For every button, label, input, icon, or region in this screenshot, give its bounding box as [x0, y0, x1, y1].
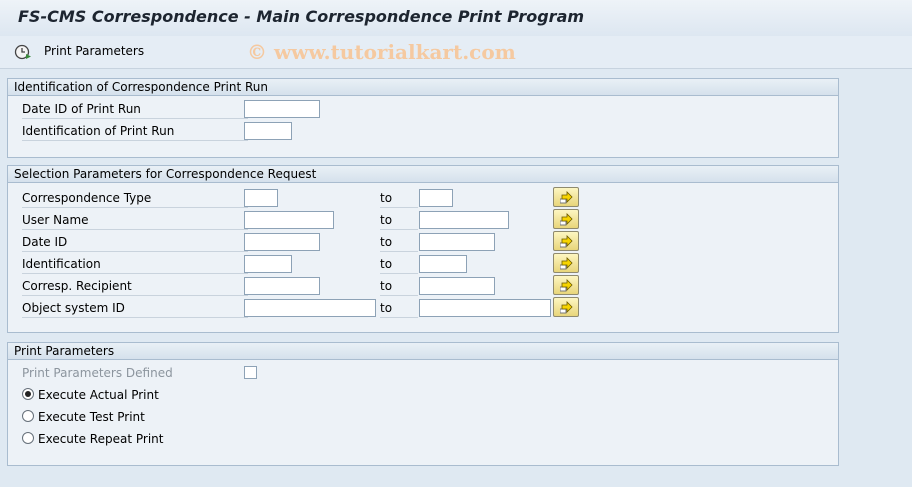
object-system-id-label: Object system ID	[22, 300, 248, 318]
object-system-id-to-input[interactable]	[419, 299, 551, 317]
corresp-recipient-from-input[interactable]	[244, 277, 320, 295]
select-option-row: Identification to	[8, 253, 838, 275]
execute-test-print-label: Execute Test Print	[38, 410, 145, 424]
identification-to-input[interactable]	[419, 255, 467, 273]
print-parameters-defined-label: Print Parameters Defined	[22, 366, 173, 380]
to-label: to	[380, 212, 418, 230]
multiple-selection-arrow-icon	[560, 257, 573, 270]
application-toolbar: Print Parameters © www.tutorialkart.com	[0, 36, 912, 69]
print-parameters-label: Print Parameters	[44, 44, 145, 58]
identification-multiple-selection-button[interactable]	[553, 253, 579, 273]
execute-actual-print-label: Execute Actual Print	[38, 388, 159, 402]
identification-of-print-run-input[interactable]	[244, 122, 292, 140]
selection-parameters-panel: Selection Parameters for Correspondence …	[7, 165, 839, 333]
to-label: to	[380, 190, 418, 208]
date-id-multiple-selection-button[interactable]	[553, 231, 579, 251]
date-id-from-input[interactable]	[244, 233, 320, 251]
date-id-label: Date ID	[22, 234, 248, 252]
print-parameters-defined-row: Print Parameters Defined	[8, 362, 838, 384]
execute-test-print-option[interactable]: Execute Test Print	[8, 406, 838, 428]
window-title: FS-CMS Correspondence - Main Corresponde…	[18, 7, 585, 26]
correspondence-type-from-input[interactable]	[244, 189, 278, 207]
execute-repeat-print-option[interactable]: Execute Repeat Print	[8, 428, 838, 450]
multiple-selection-arrow-icon	[560, 279, 573, 292]
execute-actual-print-radio[interactable]	[22, 388, 34, 400]
to-label: to	[380, 234, 418, 252]
identification-row: Identification of Print Run	[8, 120, 838, 142]
selection-section-title: Selection Parameters for Correspondence …	[8, 166, 838, 183]
multiple-selection-arrow-icon	[560, 191, 573, 204]
select-option-row: Corresp. Recipient to	[8, 275, 838, 297]
identification-from-input[interactable]	[244, 255, 292, 273]
to-label: to	[380, 256, 418, 274]
user-name-from-input[interactable]	[244, 211, 334, 229]
corresp-recipient-to-input[interactable]	[419, 277, 495, 295]
correspondence-type-multiple-selection-button[interactable]	[553, 187, 579, 207]
correspondence-type-to-input[interactable]	[419, 189, 453, 207]
print-parameters-panel: Print Parameters Print Parameters Define…	[7, 342, 839, 466]
user-name-label: User Name	[22, 212, 248, 230]
corresp-recipient-label: Corresp. Recipient	[22, 278, 248, 296]
user-name-to-input[interactable]	[419, 211, 509, 229]
select-option-row: User Name to	[8, 209, 838, 231]
to-label: to	[380, 300, 418, 318]
corresp-recipient-multiple-selection-button[interactable]	[553, 275, 579, 295]
print-parameters-defined-checkbox[interactable]	[244, 366, 257, 379]
title-bar: FS-CMS Correspondence - Main Corresponde…	[0, 0, 912, 36]
select-option-row: Object system ID to	[8, 297, 838, 319]
to-label: to	[380, 278, 418, 296]
date-id-to-input[interactable]	[419, 233, 495, 251]
date-id-row: Date ID of Print Run	[8, 98, 838, 120]
execute-repeat-print-radio[interactable]	[22, 432, 34, 444]
select-option-row: Date ID to	[8, 231, 838, 253]
execute-repeat-print-label: Execute Repeat Print	[38, 432, 164, 446]
execute-clock-icon	[14, 44, 31, 60]
object-system-id-multiple-selection-button[interactable]	[553, 297, 579, 317]
multiple-selection-arrow-icon	[560, 213, 573, 226]
correspondence-type-label: Correspondence Type	[22, 190, 248, 208]
print-parameters-section-title: Print Parameters	[8, 343, 838, 360]
user-name-multiple-selection-button[interactable]	[553, 209, 579, 229]
execute-actual-print-option[interactable]: Execute Actual Print	[8, 384, 838, 406]
date-id-of-print-run-label: Date ID of Print Run	[22, 101, 248, 119]
print-run-identification-panel: Identification of Correspondence Print R…	[7, 78, 839, 158]
print-run-section-title: Identification of Correspondence Print R…	[8, 79, 838, 96]
multiple-selection-arrow-icon	[560, 235, 573, 248]
select-option-row: Correspondence Type to	[8, 187, 838, 209]
multiple-selection-arrow-icon	[560, 301, 573, 314]
watermark-text: © www.tutorialkart.com	[247, 40, 516, 64]
object-system-id-from-input[interactable]	[244, 299, 376, 317]
identification-label: Identification	[22, 256, 248, 274]
date-id-of-print-run-input[interactable]	[244, 100, 320, 118]
execute-test-print-radio[interactable]	[22, 410, 34, 422]
identification-of-print-run-label: Identification of Print Run	[22, 123, 248, 141]
